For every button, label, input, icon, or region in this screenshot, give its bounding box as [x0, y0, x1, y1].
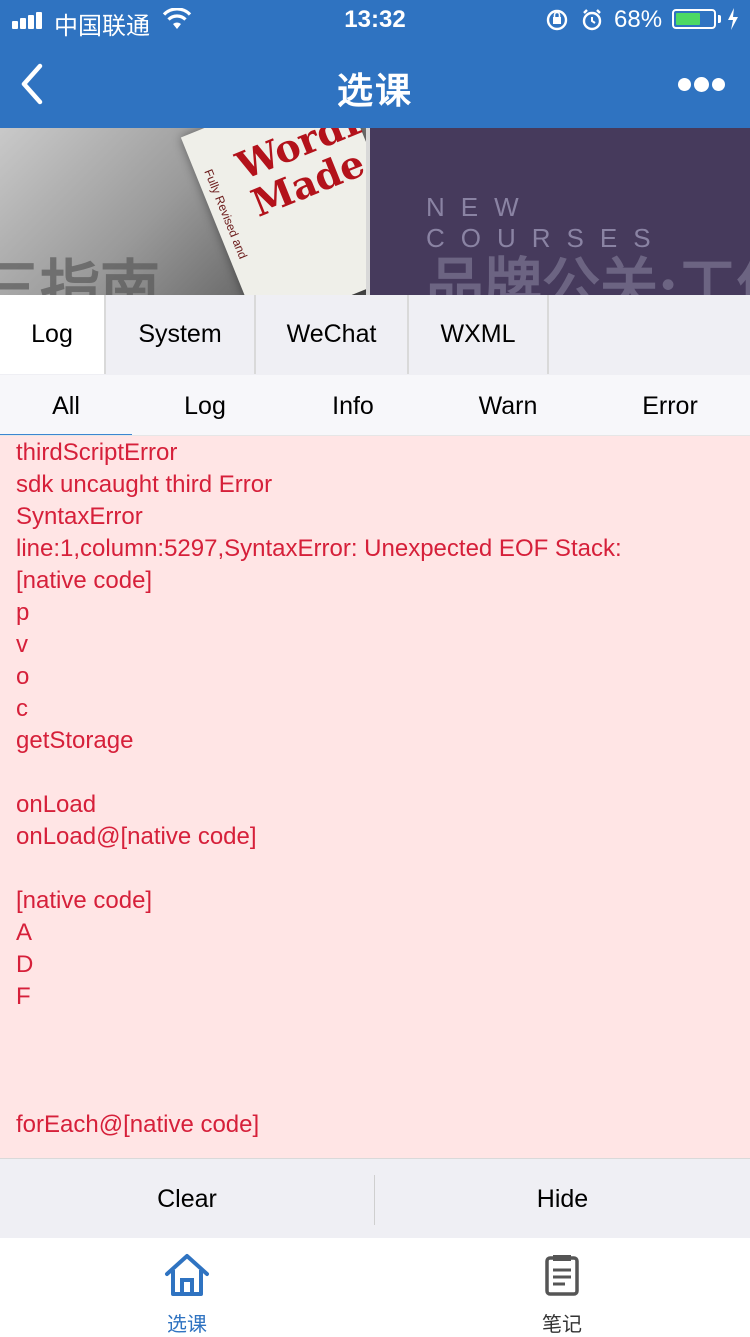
filter-warn[interactable]: Warn	[443, 375, 573, 435]
log-line: sdk uncaught third Error	[16, 471, 273, 498]
log-line: forEach@[native code]	[16, 1111, 260, 1138]
filter-error[interactable]: Error	[605, 375, 735, 435]
log-line: o	[16, 663, 30, 690]
log-line: [native code]	[16, 887, 153, 914]
log-line: p	[16, 599, 30, 626]
filter-info[interactable]: Info	[288, 375, 418, 435]
tabbar-item-notes[interactable]: 笔记	[462, 1238, 662, 1336]
banner-slide-right[interactable]: NEW COURSES 品牌公关·工作	[370, 128, 750, 295]
filter-all[interactable]: All	[0, 375, 132, 435]
log-output: thirdScriptError sdk uncaught third Erro…	[16, 437, 736, 1141]
hide-button[interactable]: Hide	[375, 1159, 750, 1239]
tab-log[interactable]: Log	[0, 295, 106, 374]
bottom-tab-bar: 选课 笔记	[0, 1238, 750, 1336]
log-line: A	[16, 919, 33, 946]
battery-percent: 68%	[614, 6, 663, 33]
log-line: SyntaxError	[16, 503, 143, 530]
more-menu-icon[interactable]	[676, 72, 726, 96]
battery-fill	[676, 13, 700, 25]
log-line: onLoad	[16, 791, 97, 818]
charging-icon	[728, 8, 738, 30]
tab-system[interactable]: System	[106, 295, 256, 374]
banner-left-overlay-text: 三指南	[0, 254, 160, 295]
home-icon	[165, 1254, 209, 1296]
filter-log[interactable]: Log	[140, 375, 270, 435]
page-title: 选课	[336, 70, 413, 111]
notes-icon	[545, 1255, 579, 1296]
log-line: [native code]	[16, 567, 153, 594]
clear-button[interactable]: Clear	[0, 1159, 374, 1239]
tabbar-label-courses: 选课	[167, 1314, 207, 1336]
tabbar-label-notes: 笔记	[542, 1314, 582, 1336]
battery-cap	[718, 15, 721, 23]
log-line: thirdScriptError	[16, 439, 178, 466]
banner-right-overlay-text: 品牌公关·工作	[426, 251, 750, 295]
battery-icon	[672, 9, 716, 29]
log-filter-tabs: All Log Info Warn Error	[0, 375, 750, 436]
tabbar-item-courses[interactable]: 选课	[87, 1238, 287, 1336]
log-line: D	[16, 951, 34, 978]
banner-slide-left[interactable]: WordPow Made Ea Fully Revised and 三指南	[0, 128, 433, 295]
tab-wxml[interactable]: WXML	[409, 295, 549, 374]
course-banner[interactable]: WordPow Made Ea Fully Revised and 三指南 NE…	[0, 128, 750, 295]
log-line: line:1,column:5297,SyntaxError: Unexpect…	[16, 535, 622, 562]
log-line: onLoad@[native code]	[16, 823, 257, 850]
status-bar: 中国联通 13:32 68%	[0, 0, 750, 40]
log-line: F	[16, 983, 31, 1010]
log-line: v	[16, 631, 28, 658]
tab-wechat[interactable]: WeChat	[256, 295, 409, 374]
active-filter-indicator	[0, 434, 132, 435]
debug-console-panel: Log System WeChat WXML All Log Info Warn…	[0, 295, 750, 1239]
top-bar: 中国联通 13:32 68% 选课	[0, 0, 750, 128]
console-tabs: Log System WeChat WXML	[0, 295, 750, 376]
orientation-lock-icon	[546, 9, 602, 31]
console-toolbar: Clear Hide	[0, 1158, 750, 1239]
log-line: getStorage	[16, 727, 134, 754]
log-line: c	[16, 695, 28, 722]
